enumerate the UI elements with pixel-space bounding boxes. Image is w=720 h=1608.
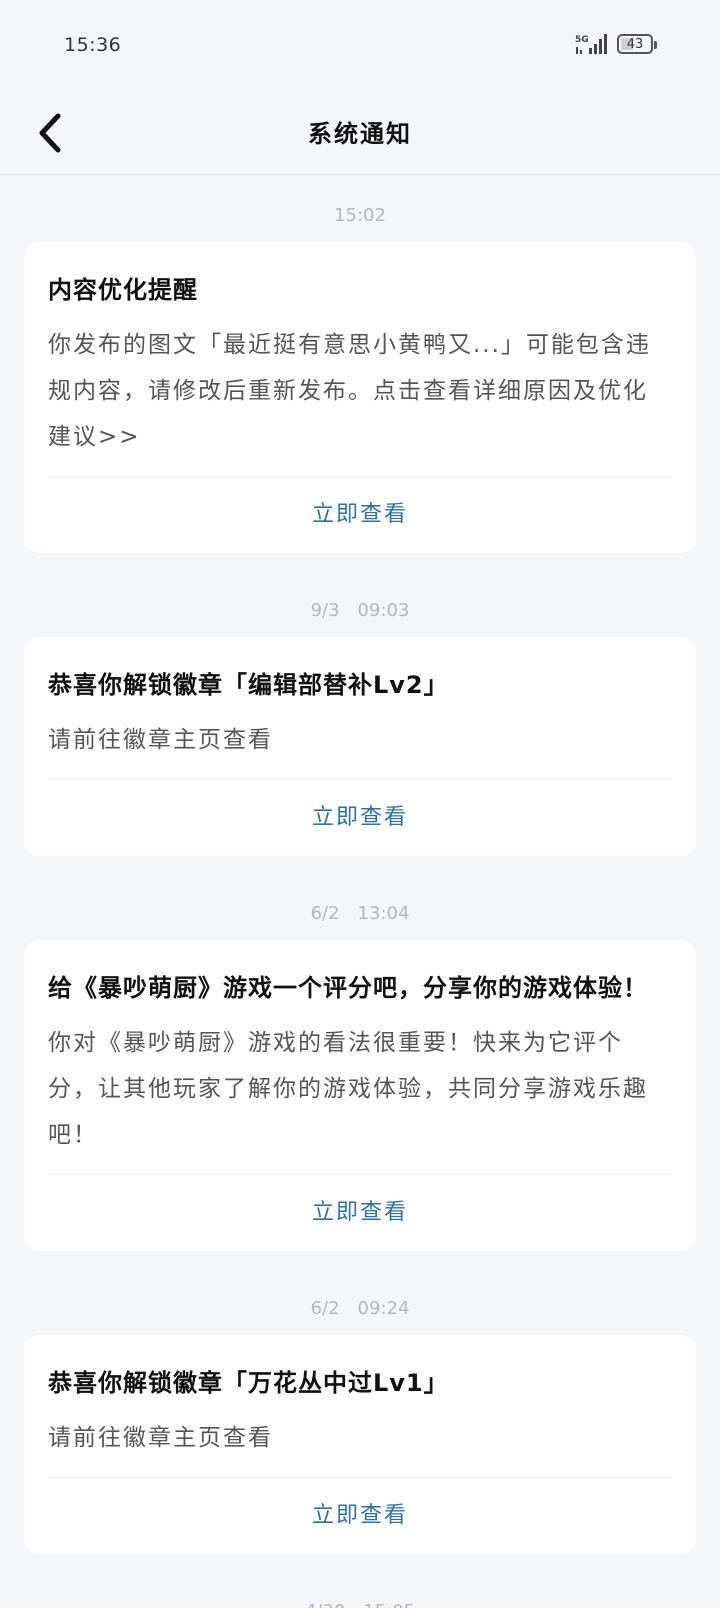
notification-card[interactable]: 给《暴吵萌厨》游戏一个评分吧，分享你的游戏体验！ 你对《暴吵萌厨》游戏的看法很重… xyxy=(24,940,696,1251)
notification-card[interactable]: 内容优化提醒 你发布的图文「最近挺有意思小黄鸭又...」可能包含违规内容，请修改… xyxy=(24,242,696,553)
notification-title: 内容优化提醒 xyxy=(48,276,198,304)
battery-level: 43 xyxy=(626,36,644,52)
notification-time: 4/30 15:05 xyxy=(0,1600,720,1608)
status-time: 15:36 xyxy=(64,34,122,56)
notification-list[interactable]: 15:02 内容优化提醒 你发布的图文「最近挺有意思小黄鸭又...」可能包含违规… xyxy=(0,176,720,1608)
notification-body: 请前往徽章主页查看 xyxy=(48,727,273,753)
page-title: 系统通知 xyxy=(308,120,412,148)
view-now-button[interactable]: 立即查看 xyxy=(48,1478,672,1554)
notification-time: 9/3 09:03 xyxy=(310,600,410,621)
notification-time: 6/2 13:04 xyxy=(310,903,410,924)
notification-card[interactable]: 恭喜你解锁徽章「编辑部替补Lv2」 请前往徽章主页查看 立即查看 xyxy=(24,637,696,856)
network-type: 5G xyxy=(575,35,589,45)
notification-title: 恭喜你解锁徽章「编辑部替补Lv2」 xyxy=(48,671,449,699)
view-now-button[interactable]: 立即查看 xyxy=(48,1175,672,1251)
view-now-button[interactable]: 立即查看 xyxy=(48,477,672,553)
notification-title: 给《暴吵萌厨》游戏一个评分吧，分享你的游戏体验！ xyxy=(48,974,648,1002)
status-bar: 15:36 5G 43 xyxy=(0,0,720,90)
nav-bar: 系统通知 xyxy=(0,90,720,175)
notification-time: 15:02 xyxy=(334,205,386,226)
signal-icon: 5G xyxy=(575,34,607,54)
notification-body: 请前往徽章主页查看 xyxy=(48,1425,273,1451)
battery-icon: 43 xyxy=(617,34,657,54)
notification-card[interactable]: 恭喜你解锁徽章「万花丛中过Lv1」 请前往徽章主页查看 立即查看 xyxy=(24,1335,696,1554)
notification-time: 6/2 09:24 xyxy=(310,1298,410,1319)
notification-body: 你对《暴吵萌厨》游戏的看法很重要！快来为它评个分，让其他玩家了解你的游戏体验，共… xyxy=(48,1030,648,1148)
view-now-button[interactable]: 立即查看 xyxy=(48,780,672,856)
notification-title: 恭喜你解锁徽章「万花丛中过Lv1」 xyxy=(48,1369,449,1397)
notification-body: 你发布的图文「最近挺有意思小黄鸭又...」可能包含违规内容，请修改后重新发布。点… xyxy=(48,332,651,450)
